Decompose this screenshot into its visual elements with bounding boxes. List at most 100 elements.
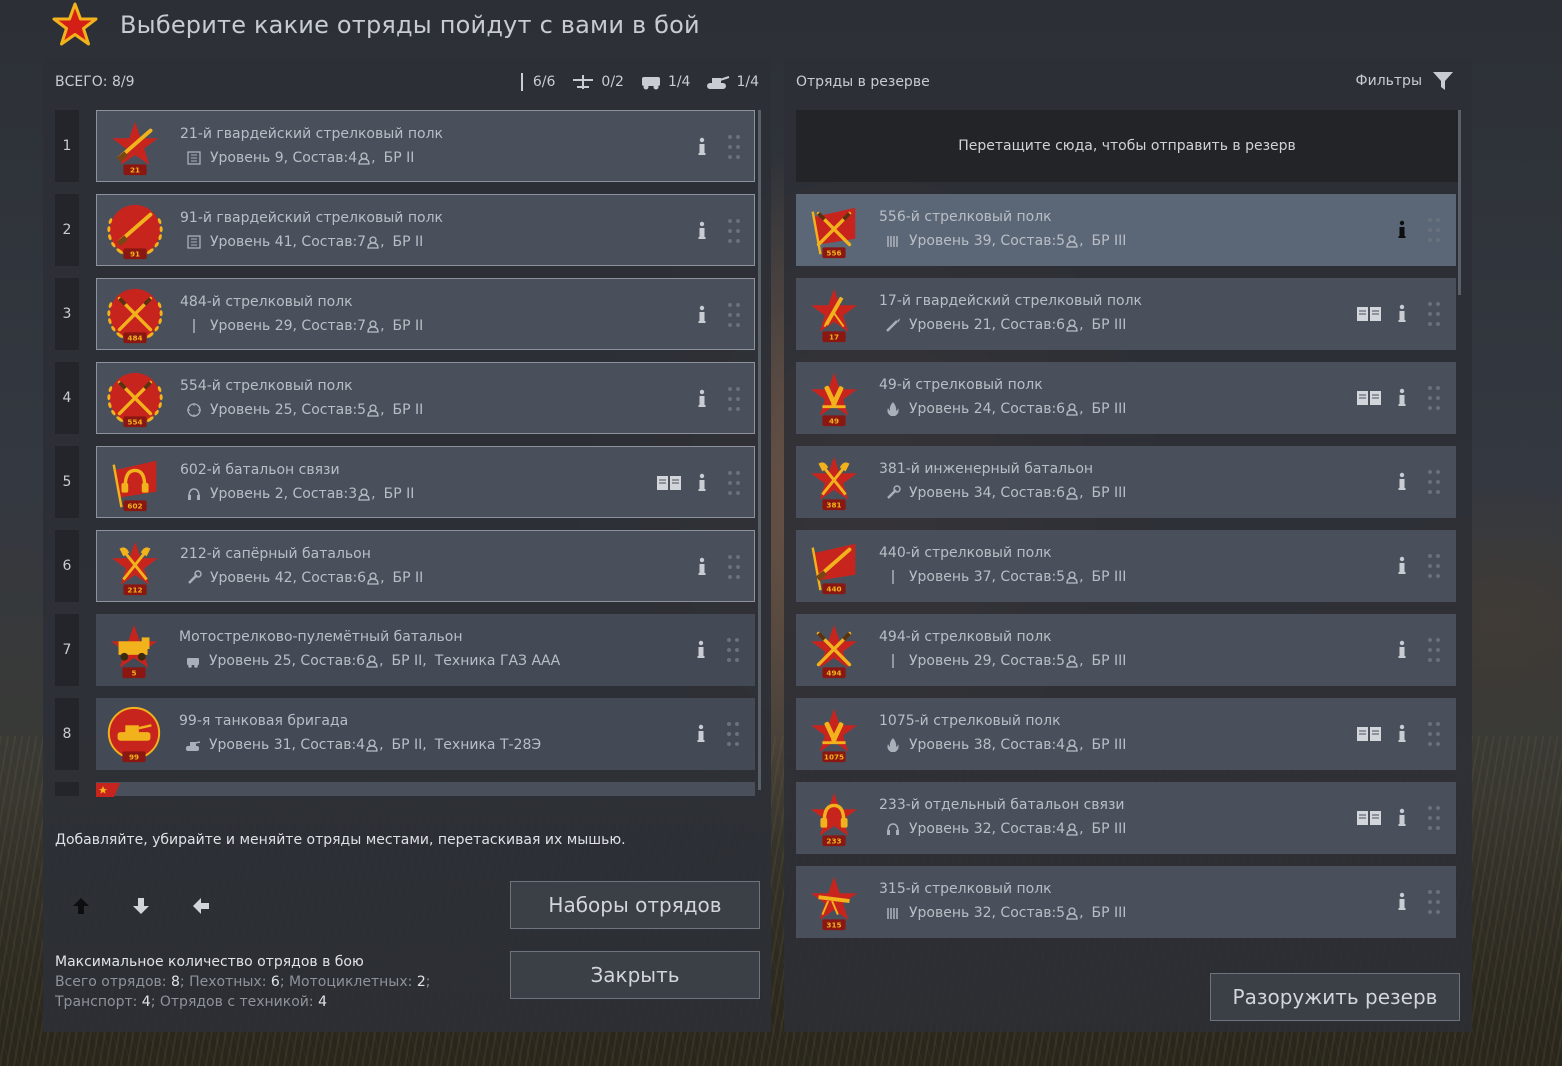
info-icon[interactable]	[696, 724, 706, 744]
label-moto: ; Мотоциклетных:	[279, 974, 417, 990]
person-icon	[367, 571, 379, 585]
drag-handle-icon[interactable]	[1427, 216, 1441, 244]
info-icon[interactable]	[1397, 304, 1407, 324]
aircraft-icon	[571, 73, 595, 91]
squad-card[interactable]: 91 91-й гвардейский стрелковый полк Уров…	[96, 194, 755, 266]
info-icon[interactable]	[1397, 388, 1407, 408]
active-squad-row[interactable]: 2 91 91-й гвардейский стрелковый полк Ур…	[55, 194, 755, 266]
vehicle-icon	[185, 653, 201, 669]
info-icon[interactable]	[1397, 556, 1407, 576]
drag-handle-icon[interactable]	[727, 217, 741, 245]
squad-card[interactable]: 484 484-й стрелковый полк Уровень 29, Со…	[96, 278, 755, 350]
drag-handle-icon[interactable]	[1427, 468, 1441, 496]
drag-handle-icon[interactable]	[727, 553, 741, 581]
book-icon[interactable]	[1356, 306, 1382, 322]
partial-row	[55, 782, 755, 797]
squad-title: 233-й отдельный батальон связи	[879, 797, 1125, 813]
left-scrollbar[interactable]	[758, 110, 761, 790]
squad-card[interactable]: 602 602-й батальон связи Уровень 2, Сост…	[96, 446, 755, 518]
reserve-squad-row[interactable]: 1075 1075-й стрелковый полк Уровень 38, …	[796, 698, 1456, 770]
active-squad-row[interactable]: 4 554 554-й стрелковый полк Уровень 25, …	[55, 362, 755, 434]
disarm-reserve-button[interactable]: Разоружить резерв	[1210, 973, 1460, 1021]
squad-card[interactable]: 49 49-й стрелковый полк Уровень 24, Сост…	[796, 362, 1456, 434]
squad-card[interactable]: 99 99-я танковая бригада Уровень 31, Сос…	[96, 698, 755, 770]
active-squad-row[interactable]: 6 212 212-й сапёрный батальон Уровень 42…	[55, 530, 755, 602]
squad-card[interactable]: 315 315-й стрелковый полк Уровень 32, Со…	[796, 866, 1456, 938]
info-icon[interactable]	[1397, 808, 1407, 828]
drag-handle-icon[interactable]	[727, 133, 741, 161]
arrow-up-icon[interactable]	[69, 894, 93, 918]
drag-handle-icon[interactable]	[727, 301, 741, 329]
info-icon[interactable]	[696, 640, 706, 660]
wreath-cross-emblem-icon: 554	[107, 372, 163, 428]
info-icon[interactable]	[697, 305, 707, 325]
squad-card[interactable]: 17 17-й гвардейский стрелковый полк Уров…	[796, 278, 1456, 350]
active-squad-row[interactable]: 1 21 21-й гвардейский стрелковый полк Ур…	[55, 110, 755, 182]
info-icon[interactable]	[1397, 640, 1407, 660]
close-button[interactable]: Закрыть	[510, 951, 760, 999]
squad-stats: Уровень 37, Состав:5, БР III	[885, 569, 1126, 585]
drag-handle-icon[interactable]	[727, 385, 741, 413]
book-icon[interactable]	[656, 475, 682, 491]
drag-handle-icon[interactable]	[727, 469, 741, 497]
info-icon[interactable]	[697, 137, 707, 157]
star-shells-emblem-icon: 1075	[810, 708, 858, 763]
person-icon	[1066, 486, 1078, 500]
reserve-squad-row[interactable]: 17 17-й гвардейский стрелковый полк Уров…	[796, 278, 1456, 350]
drag-handle-icon[interactable]	[1427, 384, 1441, 412]
drag-handle-icon[interactable]	[1427, 300, 1441, 328]
squad-card[interactable]: 494 494-й стрелковый полк Уровень 29, Со…	[796, 614, 1456, 686]
squad-card[interactable]: 556 556-й стрелковый полк Уровень 39, Со…	[796, 194, 1456, 266]
info-icon[interactable]	[1397, 724, 1407, 744]
drag-handle-icon[interactable]	[726, 720, 740, 748]
book-icon[interactable]	[1356, 390, 1382, 406]
squad-card[interactable]: 233 233-й отдельный батальон связи Урове…	[796, 782, 1456, 854]
info-icon[interactable]	[1397, 892, 1407, 912]
squad-stats: Уровень 29, Состав:7, БР II	[186, 318, 423, 334]
squad-card[interactable]: 21 21-й гвардейский стрелковый полк Уров…	[96, 110, 755, 182]
squad-card[interactable]: 5 Мотострелково-пулемётный батальон Уров…	[96, 614, 755, 686]
info-icon[interactable]	[697, 557, 707, 577]
active-squad-row[interactable]: 3 484 484-й стрелковый полк Уровень 29, …	[55, 278, 755, 350]
squad-card[interactable]: 440 440-й стрелковый полк Уровень 37, Со…	[796, 530, 1456, 602]
drag-handle-icon[interactable]	[1427, 720, 1441, 748]
arrow-down-icon[interactable]	[129, 894, 153, 918]
drag-handle-icon[interactable]	[1427, 804, 1441, 832]
squad-card[interactable]: 381 381-й инженерный батальон Уровень 34…	[796, 446, 1456, 518]
squad-sets-button[interactable]: Наборы отрядов	[510, 881, 760, 929]
reserve-squad-row[interactable]: 440 440-й стрелковый полк Уровень 37, Со…	[796, 530, 1456, 602]
slot-number: 4	[55, 362, 79, 434]
reserve-squad-row[interactable]: 233 233-й отдельный батальон связи Урове…	[796, 782, 1456, 854]
reserve-squad-row[interactable]: 49 49-й стрелковый полк Уровень 24, Сост…	[796, 362, 1456, 434]
filters-button[interactable]: Фильтры	[1356, 70, 1454, 92]
squad-stats: Уровень 39, Состав:5, БР III	[885, 233, 1126, 249]
drag-handle-icon[interactable]	[1427, 888, 1441, 916]
active-squad-row[interactable]: 5 602 602-й батальон связи Уровень 2, Со…	[55, 446, 755, 518]
squad-card[interactable]: 1075 1075-й стрелковый полк Уровень 38, …	[796, 698, 1456, 770]
reserve-squad-row[interactable]: 494 494-й стрелковый полк Уровень 29, Со…	[796, 614, 1456, 686]
active-squad-row[interactable]: 7 5 Мотострелково-пулемётный батальон Ур…	[55, 614, 755, 686]
info-icon[interactable]	[1397, 220, 1407, 240]
reserve-squad-row[interactable]: 381 381-й инженерный батальон Уровень 34…	[796, 446, 1456, 518]
info-icon[interactable]	[697, 221, 707, 241]
drag-handle-icon[interactable]	[726, 636, 740, 664]
book-icon[interactable]	[1356, 810, 1382, 826]
reserve-squad-row[interactable]: 556 556-й стрелковый полк Уровень 39, Со…	[796, 194, 1456, 266]
drag-handle-icon[interactable]	[1427, 552, 1441, 580]
reserve-dropzone[interactable]: Перетащите сюда, чтобы отправить в резер…	[796, 110, 1458, 182]
active-squad-row[interactable]: 8 99 99-я танковая бригада Уровень 31, С…	[55, 698, 755, 770]
info-icon[interactable]	[697, 389, 707, 409]
info-icon[interactable]	[697, 473, 707, 493]
person-icon	[1066, 906, 1078, 920]
drag-handle-icon[interactable]	[1427, 636, 1441, 664]
right-scrollbar[interactable]	[1458, 110, 1461, 295]
squad-level-size: Уровень 32, Состав:4	[909, 821, 1066, 837]
arrow-left-icon[interactable]	[189, 894, 213, 918]
reserve-squad-row[interactable]: 315 315-й стрелковый полк Уровень 32, Со…	[796, 866, 1456, 938]
squad-br: БР III	[1091, 401, 1127, 417]
info-icon[interactable]	[1397, 472, 1407, 492]
squad-card[interactable]: 554 554-й стрелковый полк Уровень 25, Со…	[96, 362, 755, 434]
person-icon	[1066, 738, 1078, 752]
book-icon[interactable]	[1356, 726, 1382, 742]
squad-card[interactable]: 212 212-й сапёрный батальон Уровень 42, …	[96, 530, 755, 602]
